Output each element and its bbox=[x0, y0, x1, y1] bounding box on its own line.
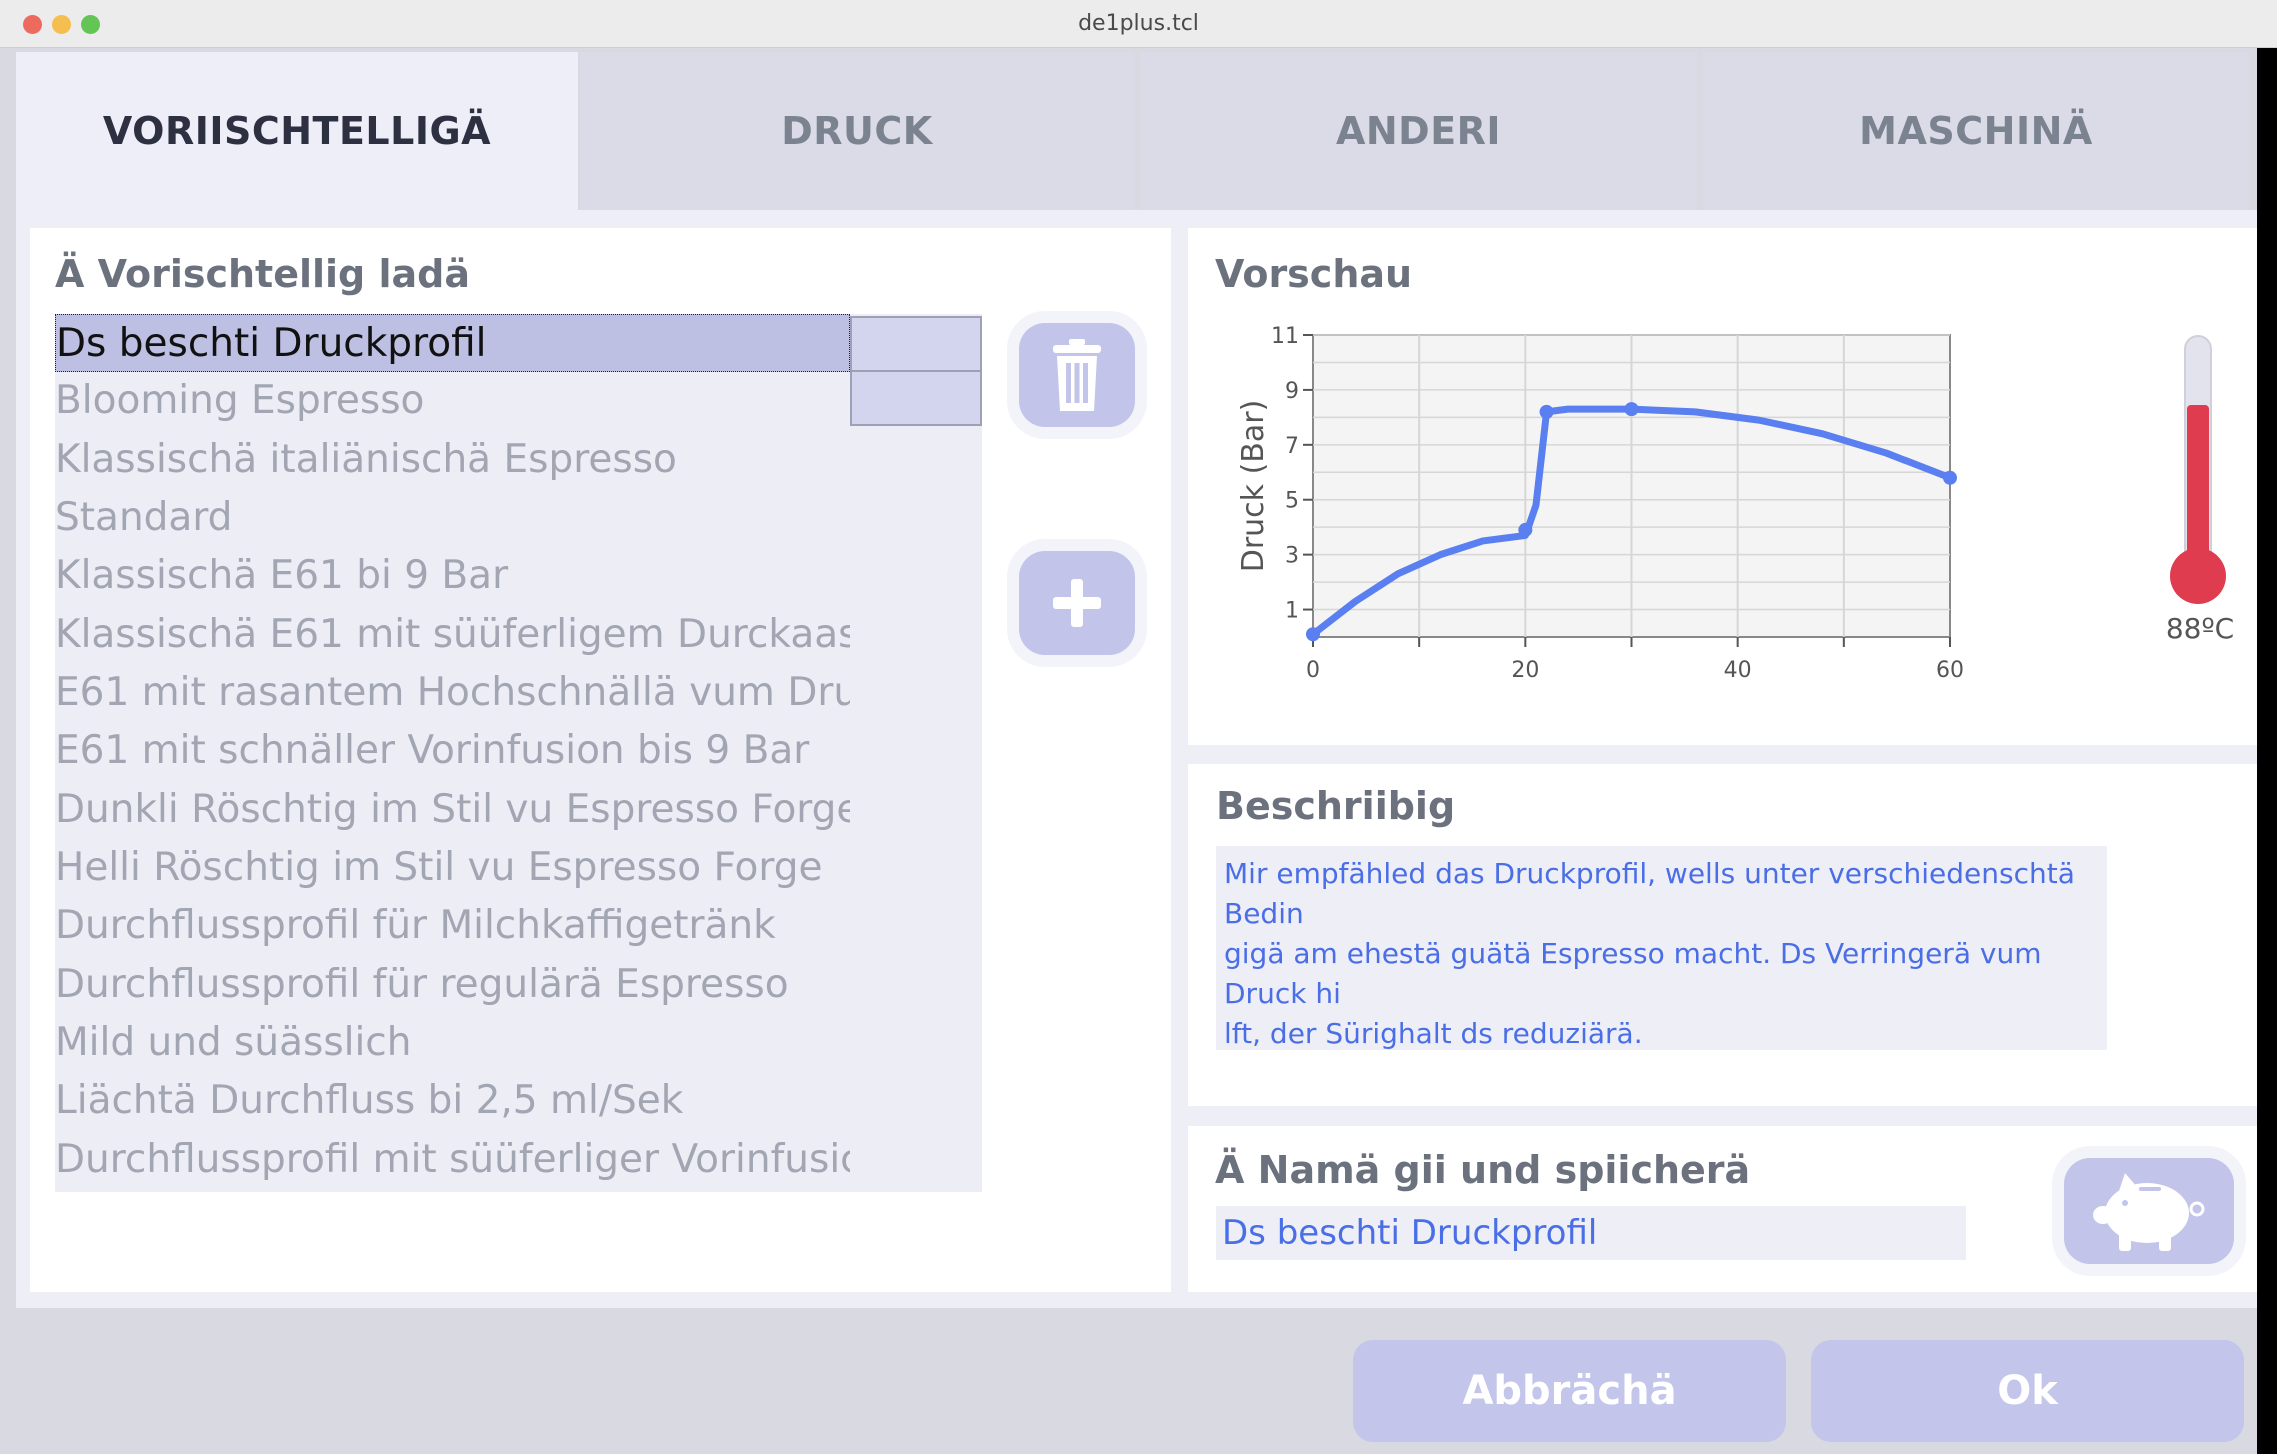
preset-list-item[interactable]: Durchflussprofil für regulärä Espresso bbox=[55, 956, 850, 1014]
description-line: Mir empfähled das Druckprofil, wells unt… bbox=[1224, 857, 2075, 930]
y-tick-label: 11 bbox=[1271, 324, 1299, 349]
preset-list-item[interactable]: Klassischä italiänischä Espresso bbox=[55, 431, 850, 489]
data-point bbox=[1624, 402, 1639, 417]
scrollbar-thumb[interactable] bbox=[850, 370, 982, 426]
load-preset-title: Ä Vorischtellig ladä bbox=[55, 252, 470, 296]
scrollbar-up-button[interactable] bbox=[850, 316, 982, 372]
preset-list-item[interactable]: Ds beschti Druckprofil bbox=[55, 314, 850, 372]
x-axis-ticks: 0 20 40 60 bbox=[1306, 637, 1964, 683]
data-point bbox=[1943, 470, 1957, 485]
description-line: lft, der Sürighalt ds reduziärä. bbox=[1224, 1017, 1643, 1050]
thermometer-icon bbox=[2170, 335, 2226, 604]
title-bar: de1plus.tcl bbox=[0, 0, 2277, 48]
save-title: Ä Namä gii und spiicherä bbox=[1215, 1148, 1751, 1192]
preset-list-item[interactable]: Klassischä E61 mit süüferligem Durckaast bbox=[55, 606, 850, 664]
add-preset-button[interactable] bbox=[1019, 551, 1135, 655]
save-profile-button[interactable] bbox=[2064, 1158, 2234, 1264]
y-tick-label: 9 bbox=[1285, 379, 1299, 404]
y-tick-label: 7 bbox=[1285, 434, 1299, 459]
preset-list-item[interactable]: Dunkli Röschtig im Stil vu Espresso Forg… bbox=[55, 781, 850, 839]
preset-list: Ds beschti Druckprofil Blooming Espresso… bbox=[55, 314, 850, 1192]
x-tick-label: 0 bbox=[1306, 658, 1320, 683]
temperature-label: 88ºC bbox=[2165, 612, 2235, 645]
preset-list-item[interactable]: Standard bbox=[55, 489, 850, 547]
piggy-bank-icon bbox=[2093, 1173, 2205, 1251]
data-point bbox=[1539, 404, 1554, 419]
preset-list-item[interactable]: Durchflussprofil mit süüferliger Vorinfu… bbox=[55, 1131, 850, 1189]
tab-machine[interactable]: MASCHINÄ bbox=[1703, 52, 2249, 210]
y-axis-label: Druck (Bar) bbox=[1236, 400, 1271, 573]
window-title: de1plus.tcl bbox=[1078, 11, 1199, 36]
tab-other[interactable]: ANDERI bbox=[1140, 52, 1697, 210]
plus-icon bbox=[1053, 579, 1101, 627]
app-window: de1plus.tcl VORIISCHTELLIGÄ DRUCK ANDERI… bbox=[0, 0, 2277, 1454]
y-axis-ticks: 1 3 5 7 9 11 bbox=[1271, 324, 1313, 624]
y-tick-label: 5 bbox=[1285, 489, 1299, 514]
description-title: Beschriibig bbox=[1216, 784, 1456, 828]
data-point bbox=[1518, 522, 1533, 537]
preset-list-item[interactable]: Durchflussprofil für Milchkaffigetränk bbox=[55, 897, 850, 955]
trash-icon bbox=[1053, 339, 1101, 411]
preset-list-scrollbar[interactable] bbox=[850, 314, 982, 1192]
preset-list-item[interactable]: E61 mit rasantem Hochschnällä vum Druc bbox=[55, 664, 850, 722]
x-tick-label: 40 bbox=[1724, 658, 1752, 683]
preset-list-item[interactable]: Helli Röschtig im Stil vu Espresso Forge bbox=[55, 839, 850, 897]
profile-name-input[interactable]: Ds beschti Druckprofil bbox=[1216, 1206, 1966, 1260]
preset-list-item[interactable]: Blooming Espresso bbox=[55, 372, 850, 430]
preset-list-item[interactable]: E61 mit schnäller Vorinfusion bis 9 Bar bbox=[55, 722, 850, 780]
window-edge bbox=[2257, 48, 2277, 1454]
preview-title: Vorschau bbox=[1215, 252, 1413, 296]
ok-button[interactable]: Ok bbox=[1811, 1340, 2244, 1442]
description-text[interactable]: Mir empfähled das Druckprofil, wells unt… bbox=[1216, 846, 2107, 1050]
data-point bbox=[1306, 627, 1320, 642]
x-tick-label: 60 bbox=[1936, 658, 1964, 683]
pressure-chart: 1 3 5 7 9 11 0 20 40 60 Druck (Bar) bbox=[1236, 324, 1964, 683]
preset-list-item[interactable]: Mild und süässlich bbox=[55, 1014, 850, 1072]
description-line: gigä am ehestä guätä Espresso macht. Ds … bbox=[1224, 937, 2042, 1010]
y-tick-label: 3 bbox=[1285, 544, 1299, 569]
delete-preset-button[interactable] bbox=[1019, 323, 1135, 427]
x-tick-label: 20 bbox=[1511, 658, 1539, 683]
preset-list-item[interactable]: Klassischä E61 bi 9 Bar bbox=[55, 547, 850, 605]
y-tick-label: 1 bbox=[1285, 599, 1299, 624]
tab-pressure[interactable]: DRUCK bbox=[580, 52, 1134, 210]
tab-presets[interactable]: VORIISCHTELLIGÄ bbox=[16, 52, 578, 210]
preset-list-item[interactable]: Liächtä Durchfluss bi 2,5 ml/Sek bbox=[55, 1072, 850, 1130]
cancel-button[interactable]: Abbrächä bbox=[1353, 1340, 1786, 1442]
